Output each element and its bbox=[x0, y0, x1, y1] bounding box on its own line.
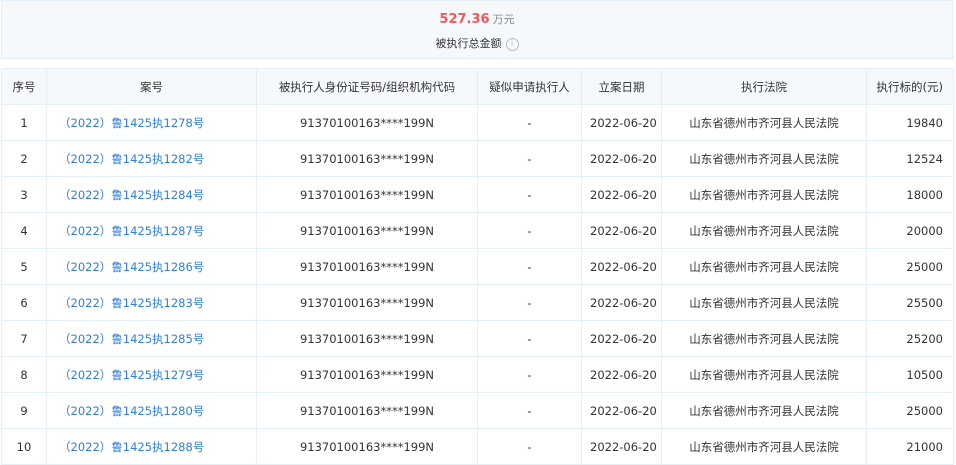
row-no: 6 bbox=[1, 284, 47, 321]
id-code: 91370100163****199N bbox=[256, 428, 478, 465]
filing-date: 2022-06-20 bbox=[581, 356, 662, 393]
row-no: 8 bbox=[1, 356, 47, 393]
case-link[interactable]: （2022）鲁1425执1288号 bbox=[46, 428, 257, 465]
applicant: - bbox=[477, 428, 582, 465]
row-no: 7 bbox=[1, 320, 47, 357]
header-no: 序号 bbox=[1, 68, 47, 105]
filing-date: 2022-06-20 bbox=[581, 428, 662, 465]
row-no: 3 bbox=[1, 176, 47, 213]
row-no: 5 bbox=[1, 248, 47, 285]
filing-date: 2022-06-20 bbox=[581, 392, 662, 429]
court: 山东省德州市齐河县人民法院 bbox=[661, 428, 867, 465]
amount-unit: 万元 bbox=[492, 13, 515, 26]
case-link[interactable]: （2022）鲁1425执1283号 bbox=[46, 284, 257, 321]
amount: 25200 bbox=[866, 320, 954, 357]
table-row: 9 （2022）鲁1425执1280号 91370100163****199N -20… bbox=[1, 392, 954, 429]
id-code: 91370100163****199N bbox=[256, 248, 478, 285]
court: 山东省德州市齐河县人民法院 bbox=[661, 176, 867, 213]
applicant: - bbox=[477, 284, 582, 321]
applicant: - bbox=[477, 212, 582, 249]
filing-date: 2022-06-20 bbox=[581, 248, 662, 285]
amount: 19840 bbox=[866, 104, 954, 141]
applicant: - bbox=[477, 392, 582, 429]
applicant: - bbox=[477, 248, 582, 285]
row-no: 9 bbox=[1, 392, 47, 429]
case-link[interactable]: （2022）鲁1425执1279号 bbox=[46, 356, 257, 393]
total-amount: 527.36 bbox=[439, 12, 490, 27]
case-link[interactable]: （2022）鲁1425执1284号 bbox=[46, 176, 257, 213]
id-code: 91370100163****199N bbox=[256, 356, 478, 393]
filing-date: 2022-06-20 bbox=[581, 176, 662, 213]
applicant: - bbox=[477, 176, 582, 213]
amount: 21000 bbox=[866, 428, 954, 465]
amount: 12524 bbox=[866, 140, 954, 177]
id-code: 91370100163****199N bbox=[256, 212, 478, 249]
court: 山东省德州市齐河县人民法院 bbox=[661, 248, 867, 285]
execution-table: 序号 案号 被执行人身份证号码/组织机构代码 疑似申请执行人 立案日期 执行法院… bbox=[1, 68, 954, 465]
court: 山东省德州市齐河县人民法院 bbox=[661, 392, 867, 429]
table-row: 5 （2022）鲁1425执1286号 91370100163****199N -20… bbox=[1, 248, 954, 285]
table-row: 3 （2022）鲁1425执1284号 91370100163****199N -20… bbox=[1, 176, 954, 213]
court: 山东省德州市齐河县人民法院 bbox=[661, 320, 867, 357]
table-row: 1 （2022）鲁1425执1278号 91370100163****199N -20… bbox=[1, 104, 954, 141]
court: 山东省德州市齐河县人民法院 bbox=[661, 212, 867, 249]
amount: 25000 bbox=[866, 392, 954, 429]
header-id: 被执行人身份证号码/组织机构代码 bbox=[256, 68, 478, 105]
table-row: 7 （2022）鲁1425执1285号 91370100163****199N -20… bbox=[1, 320, 954, 357]
row-no: 4 bbox=[1, 212, 47, 249]
amount: 25000 bbox=[866, 248, 954, 285]
filing-date: 2022-06-20 bbox=[581, 320, 662, 357]
header-applicant: 疑似申请执行人 bbox=[477, 68, 582, 105]
applicant: - bbox=[477, 356, 582, 393]
amount: 10500 bbox=[866, 356, 954, 393]
case-link[interactable]: （2022）鲁1425执1287号 bbox=[46, 212, 257, 249]
header-date: 立案日期 bbox=[581, 68, 662, 105]
court: 山东省德州市齐河县人民法院 bbox=[661, 284, 867, 321]
case-link[interactable]: （2022）鲁1425执1278号 bbox=[46, 104, 257, 141]
case-link[interactable]: （2022）鲁1425执1285号 bbox=[46, 320, 257, 357]
case-link[interactable]: （2022）鲁1425执1286号 bbox=[46, 248, 257, 285]
header-case: 案号 bbox=[46, 68, 257, 105]
filing-date: 2022-06-20 bbox=[581, 284, 662, 321]
case-link[interactable]: （2022）鲁1425执1280号 bbox=[46, 392, 257, 429]
table-row: 2 （2022）鲁1425执1282号 91370100163****199N -20… bbox=[1, 140, 954, 177]
id-code: 91370100163****199N bbox=[256, 140, 478, 177]
table-row: 10 （2022）鲁1425执1288号 91370100163****199N -2… bbox=[1, 428, 954, 465]
filing-date: 2022-06-20 bbox=[581, 212, 662, 249]
row-no: 2 bbox=[1, 140, 47, 177]
applicant: - bbox=[477, 140, 582, 177]
court: 山东省德州市齐河县人民法院 bbox=[661, 356, 867, 393]
table-header: 序号 案号 被执行人身份证号码/组织机构代码 疑似申请执行人 立案日期 执行法院… bbox=[1, 68, 954, 105]
court: 山东省德州市齐河县人民法院 bbox=[661, 104, 867, 141]
case-link[interactable]: （2022）鲁1425执1282号 bbox=[46, 140, 257, 177]
table-row: 4 （2022）鲁1425执1287号 91370100163****199N -20… bbox=[1, 212, 954, 249]
total-label: 被执行总金额 bbox=[435, 37, 502, 50]
id-code: 91370100163****199N bbox=[256, 392, 478, 429]
id-code: 91370100163****199N bbox=[256, 284, 478, 321]
court: 山东省德州市齐河县人民法院 bbox=[661, 140, 867, 177]
info-icon[interactable]: i bbox=[505, 37, 519, 51]
id-code: 91370100163****199N bbox=[256, 104, 478, 141]
filing-date: 2022-06-20 bbox=[581, 104, 662, 141]
amount: 25500 bbox=[866, 284, 954, 321]
applicant: - bbox=[477, 320, 582, 357]
amount: 20000 bbox=[866, 212, 954, 249]
filing-date: 2022-06-20 bbox=[581, 140, 662, 177]
header-amount: 执行标的(元) bbox=[866, 68, 954, 105]
table-row: 6 （2022）鲁1425执1283号 91370100163****199N -20… bbox=[1, 284, 954, 321]
id-code: 91370100163****199N bbox=[256, 320, 478, 357]
row-no: 1 bbox=[1, 104, 47, 141]
row-no: 10 bbox=[1, 428, 47, 465]
amount: 18000 bbox=[866, 176, 954, 213]
summary-panel: 527.36 万元 被执行总金额 i bbox=[1, 0, 953, 59]
applicant: - bbox=[477, 104, 582, 141]
id-code: 91370100163****199N bbox=[256, 176, 478, 213]
header-court: 执行法院 bbox=[661, 68, 867, 105]
table-row: 8 （2022）鲁1425执1279号 91370100163****199N -20… bbox=[1, 356, 954, 393]
